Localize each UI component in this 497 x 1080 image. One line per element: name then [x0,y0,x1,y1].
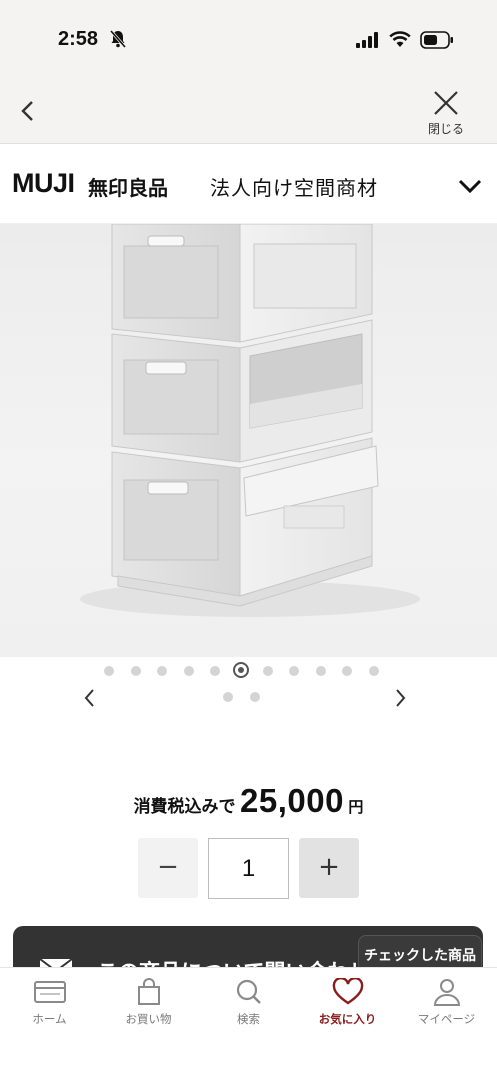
heart-icon [332,978,363,1005]
person-icon [433,979,460,1006]
back-button[interactable] [14,94,42,128]
carousel-dot[interactable] [157,666,167,676]
chevron-right-icon [396,689,406,707]
brand-header: MUJI 無印良品 法人向け空間商材 [0,144,497,224]
close-button[interactable]: 閉じる [420,88,472,142]
tab-label: 検索 [237,1014,260,1026]
quantity-decrease-button[interactable]: − [138,838,198,898]
shopping-bag-icon [137,978,160,1005]
tab-label: お気に入り [318,1014,377,1026]
signal-icon [356,32,378,48]
price-row: 消費税込みで 25,000 円 [0,782,497,820]
stacked-storage-boxes-illustration [80,224,420,617]
chevron-left-icon [84,689,94,707]
tab-label: ホーム [32,1014,67,1026]
tab-mypage[interactable]: マイページ [397,978,496,1038]
search-icon [236,979,261,1004]
chevron-left-icon [21,101,33,121]
muji-logo[interactable]: MUJI [12,168,75,199]
tab-search[interactable]: 検索 [199,978,298,1038]
tab-label: マイページ [417,1014,476,1026]
carousel-dot[interactable] [223,692,233,702]
quantity-increase-button[interactable]: + [299,838,359,898]
price-unit: 円 [348,799,364,816]
bottom-tab-bar: ホーム お買い物 検索 お気に入り マイページ [0,967,497,1080]
wifi-icon [389,31,411,47]
brand-subtitle: 法人向け空間商材 [210,178,378,200]
brand-name-jp: 無印良品 [88,178,168,200]
tab-favorites[interactable]: お気に入り [298,978,397,1038]
product-image[interactable] [0,224,497,657]
nav-bar: 閉じる [0,78,497,144]
status-time: 2:58 [58,28,99,50]
carousel-dot[interactable] [210,666,220,676]
carousel-dots-row-2 [0,692,497,706]
battery-icon [420,31,453,49]
tab-home[interactable]: ホーム [0,978,99,1038]
carousel-dot[interactable] [316,666,326,676]
price-value: 25,000 [240,782,344,819]
carousel-dot[interactable] [184,666,194,676]
carousel-dot-active[interactable] [233,662,249,678]
carousel-dot[interactable] [131,666,141,676]
brand-menu-toggle[interactable] [456,174,484,198]
chevron-down-icon [458,179,482,194]
bell-muted-icon [110,30,126,48]
price-label: 消費税込みで [133,797,236,816]
carousel-prev-button[interactable] [78,686,102,710]
carousel-dots [0,662,497,686]
carousel-dot[interactable] [369,666,379,676]
tab-shopping[interactable]: お買い物 [99,978,198,1038]
quantity-input[interactable]: 1 [208,838,289,899]
carousel-next-button[interactable] [388,686,412,710]
home-card-icon [33,981,66,1003]
carousel-dot[interactable] [263,666,273,676]
tab-label: お買い物 [125,1014,172,1026]
carousel-dot[interactable] [342,666,352,676]
carousel-dot[interactable] [104,666,114,676]
carousel-dot[interactable] [250,692,260,702]
close-label: 閉じる [427,122,464,136]
status-bar: 2:58 [0,0,497,78]
close-icon [434,91,458,115]
carousel-dot[interactable] [289,666,299,676]
